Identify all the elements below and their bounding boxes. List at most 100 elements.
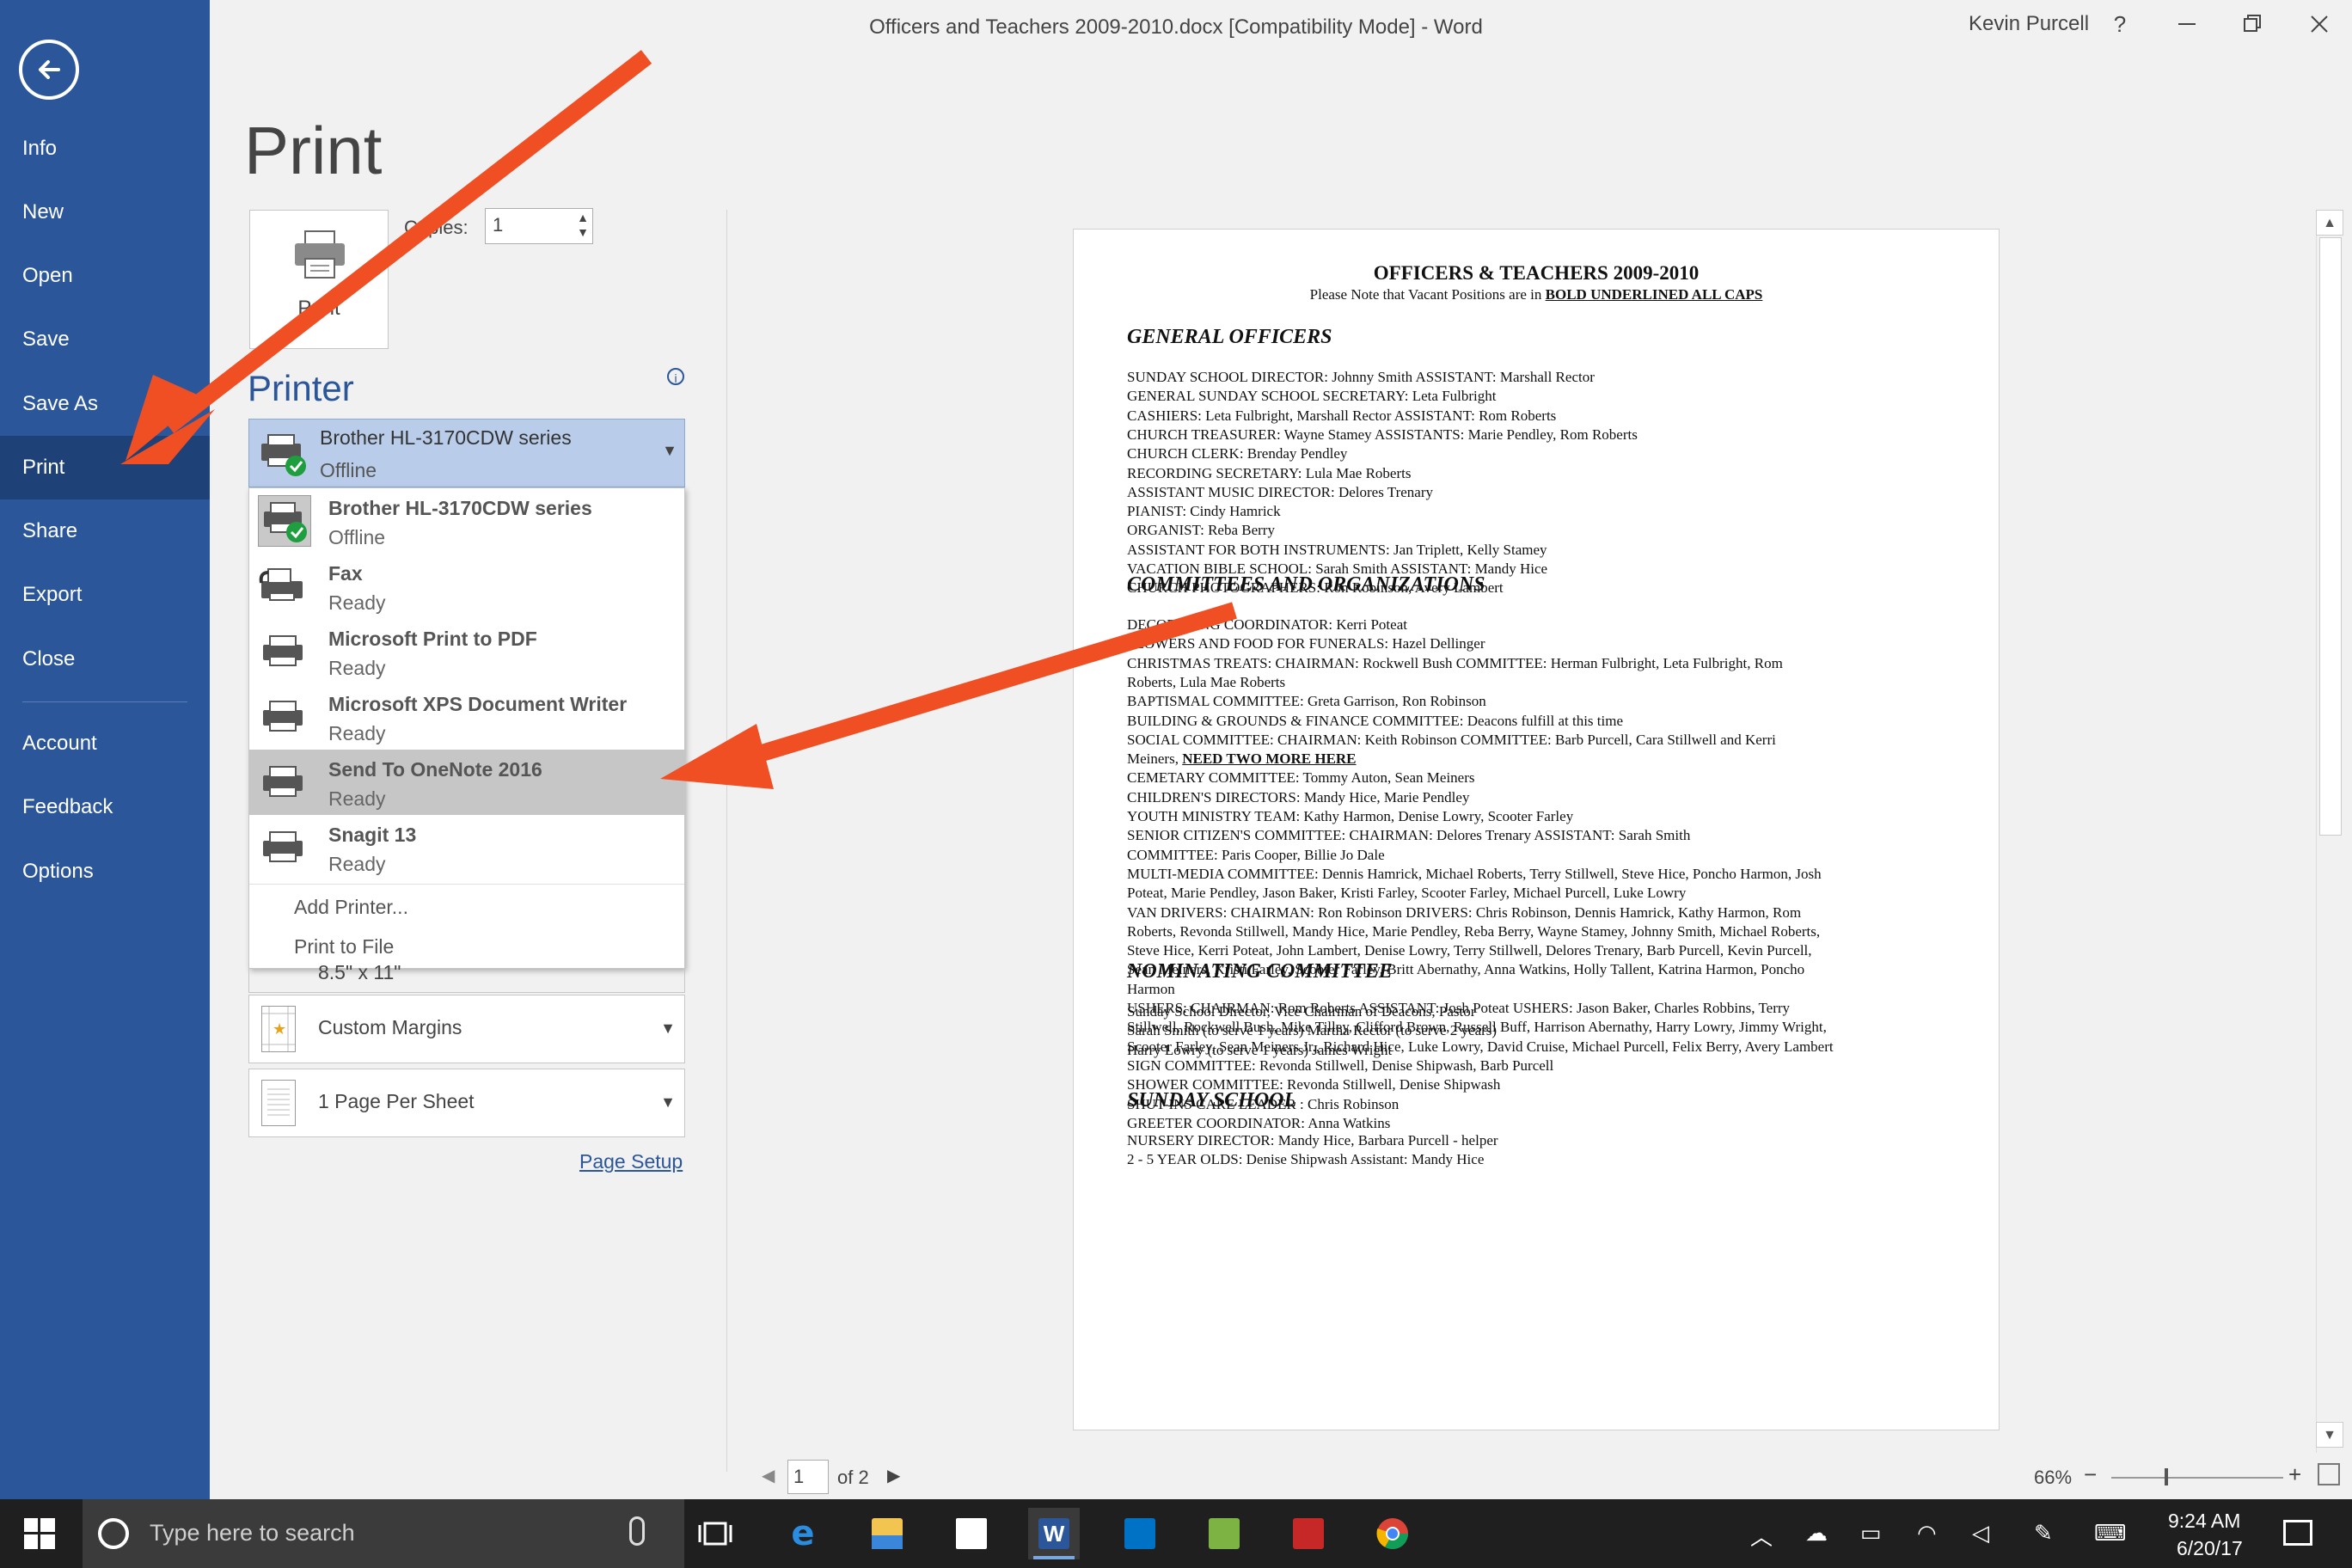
outlook-icon[interactable]: [1114, 1508, 1166, 1559]
chrome-icon[interactable]: [1367, 1508, 1418, 1559]
nav-new[interactable]: New: [0, 181, 210, 244]
printer-option-snagit[interactable]: Snagit 13 Ready: [249, 815, 684, 880]
preview-line: ORGANIST: Reba Berry: [1127, 522, 1275, 539]
microphone-icon[interactable]: [629, 1516, 645, 1546]
cortana-icon: [98, 1518, 129, 1549]
scroll-up-arrow-icon[interactable]: ▲: [2316, 210, 2343, 236]
nav-save-as[interactable]: Save As: [0, 372, 210, 436]
preview-line: PIANIST: Cindy Hamrick: [1127, 503, 1281, 520]
preview-line: SENIOR CITIZEN'S COMMITTEE: CHAIRMAN: De…: [1127, 827, 1691, 844]
store-icon[interactable]: [946, 1508, 997, 1559]
scrollbar-thumb[interactable]: [2319, 237, 2342, 836]
page-setup-link[interactable]: Page Setup: [579, 1150, 683, 1173]
show-hidden-icons-icon[interactable]: ︿: [1750, 1520, 1773, 1552]
selected-printer-name: Brother HL-3170CDW series: [320, 426, 572, 449]
nav-info[interactable]: Info: [0, 117, 210, 181]
printer-option-status: Ready: [328, 591, 386, 614]
file-explorer-icon[interactable]: [861, 1508, 913, 1559]
preview-line: SIGN COMMITTEE: Revonda Stillwell, Denis…: [1127, 1057, 1554, 1074]
clock-date[interactable]: 6/20/17: [2177, 1537, 2243, 1560]
zoom-out-button[interactable]: −: [2084, 1461, 2097, 1488]
preview-section-heading: GENERAL OFFICERS: [1127, 326, 1332, 348]
help-icon[interactable]: ?: [2103, 7, 2137, 41]
print-to-file-option[interactable]: Print to File: [294, 935, 394, 959]
pen-icon[interactable]: ✎: [2034, 1520, 2053, 1547]
printer-heading: Printer: [248, 368, 354, 408]
zoom-to-page-icon[interactable]: [2318, 1463, 2340, 1485]
printer-icon: [258, 822, 311, 873]
next-page-icon[interactable]: ▶: [887, 1465, 900, 1486]
preview-line: 2 - 5 YEAR OLDS: Denise Shipwash Assista…: [1127, 1151, 1485, 1168]
nav-options[interactable]: Options: [0, 840, 210, 903]
preview-line: CHURCH TREASURER: Wayne Stamey ASSISTANT…: [1127, 426, 1638, 443]
printer-icon: [258, 756, 311, 808]
preview-line: RECORDING SECRETARY: Lula Mae Roberts: [1127, 464, 1412, 481]
zoom-in-button[interactable]: +: [2288, 1461, 2301, 1488]
back-arrow-icon[interactable]: [19, 40, 79, 100]
zoom-slider[interactable]: [2111, 1477, 2283, 1479]
volume-icon[interactable]: ◁: [1972, 1520, 1989, 1547]
preview-line: GREETER COORDINATOR: Anna Watkins: [1127, 1114, 1391, 1131]
zoom-slider-thumb[interactable]: [2165, 1468, 2168, 1485]
nav-close[interactable]: Close: [0, 628, 210, 691]
preview-line: Steve Hice, Kerri Poteat, John Lambert, …: [1127, 942, 1812, 959]
printer-option-pdf[interactable]: Microsoft Print to PDF Ready: [249, 619, 684, 684]
windows-start-icon[interactable]: [24, 1518, 55, 1549]
copies-stepper[interactable]: ▲ ▼: [577, 211, 589, 240]
nav-share[interactable]: Share: [0, 499, 210, 563]
preview-line: CEMETARY COMMITTEE: Tommy Auton, Sean Me…: [1127, 769, 1475, 787]
scroll-down-arrow-icon[interactable]: ▼: [2316, 1422, 2343, 1448]
printer-option-status: Ready: [328, 853, 386, 875]
print-preview-page: OFFICERS & TEACHERS 2009-2010 Please Not…: [1073, 229, 2000, 1430]
chevron-down-icon: ▼: [662, 442, 677, 459]
preview-line: YOUTH MINISTRY TEAM: Kathy Harmon, Denis…: [1127, 808, 1574, 824]
preview-line: Poteat, Marie Pendley, Jason Baker, Kris…: [1127, 885, 1687, 902]
touch-keyboard-icon[interactable]: ⌨: [2094, 1520, 2127, 1547]
preview-line: DECORATING COORDINATOR: Kerri Poteat: [1127, 616, 1407, 633]
app-red-icon[interactable]: [1283, 1508, 1334, 1559]
user-name[interactable]: Kevin Purcell: [1969, 12, 2089, 36]
restore-icon[interactable]: [2235, 7, 2269, 41]
clock-time[interactable]: 9:24 AM: [2168, 1510, 2240, 1533]
printer-option-brother[interactable]: Brother HL-3170CDW series Offline: [249, 488, 684, 554]
edge-icon[interactable]: e: [777, 1508, 829, 1559]
printer-icon: [261, 434, 306, 476]
zoom-level[interactable]: 66%: [2034, 1467, 2072, 1489]
nav-print[interactable]: Print: [0, 436, 210, 499]
print-heading: Print: [244, 113, 383, 188]
nav-open[interactable]: Open: [0, 244, 210, 308]
minimize-icon[interactable]: [2170, 7, 2204, 41]
margins-dropdown[interactable]: ★ Custom Margins ▼: [248, 995, 685, 1063]
taskbar-search-box[interactable]: Type here to search: [83, 1499, 684, 1568]
printer-option-status: Ready: [328, 722, 386, 744]
onedrive-icon[interactable]: ☁: [1805, 1520, 1828, 1547]
printer-option-onenote[interactable]: Send To OneNote 2016 Ready: [249, 750, 684, 815]
copies-value: 1: [493, 214, 504, 236]
app-green-icon[interactable]: [1198, 1508, 1250, 1559]
printer-option-fax[interactable]: Fax Ready: [249, 554, 684, 619]
close-icon[interactable]: [2302, 7, 2337, 41]
printer-option-xps[interactable]: Microsoft XPS Document Writer Ready: [249, 684, 684, 750]
info-icon[interactable]: i: [667, 368, 684, 385]
nav-save[interactable]: Save: [0, 308, 210, 371]
printer-option-status: Offline: [328, 526, 386, 548]
printer-dropdown[interactable]: Brother HL-3170CDW series Offline ▼: [248, 419, 685, 487]
previous-page-icon[interactable]: ◀: [762, 1465, 775, 1486]
search-placeholder: Type here to search: [150, 1520, 355, 1546]
pages-per-sheet-dropdown[interactable]: 1 Page Per Sheet ▼: [248, 1069, 685, 1137]
copies-input[interactable]: 1 ▲ ▼: [485, 208, 593, 244]
panel-divider: [726, 210, 727, 1472]
nav-account[interactable]: Account: [0, 712, 210, 775]
word-icon[interactable]: W: [1028, 1508, 1080, 1559]
add-printer-link[interactable]: Add Printer...: [294, 896, 408, 919]
preview-line: VAN DRIVERS: CHAIRMAN: Ron Robinson DRIV…: [1127, 903, 1802, 921]
action-center-icon[interactable]: [2283, 1520, 2312, 1546]
wifi-icon[interactable]: ◠: [1917, 1520, 1937, 1547]
task-view-icon[interactable]: [689, 1508, 741, 1559]
margins-label: Custom Margins: [318, 1016, 462, 1038]
print-button[interactable]: Print: [249, 210, 389, 349]
page-number-input[interactable]: 1: [787, 1460, 829, 1494]
battery-icon[interactable]: ▭: [1860, 1520, 1882, 1547]
nav-feedback[interactable]: Feedback: [0, 775, 210, 839]
nav-export[interactable]: Export: [0, 563, 210, 627]
